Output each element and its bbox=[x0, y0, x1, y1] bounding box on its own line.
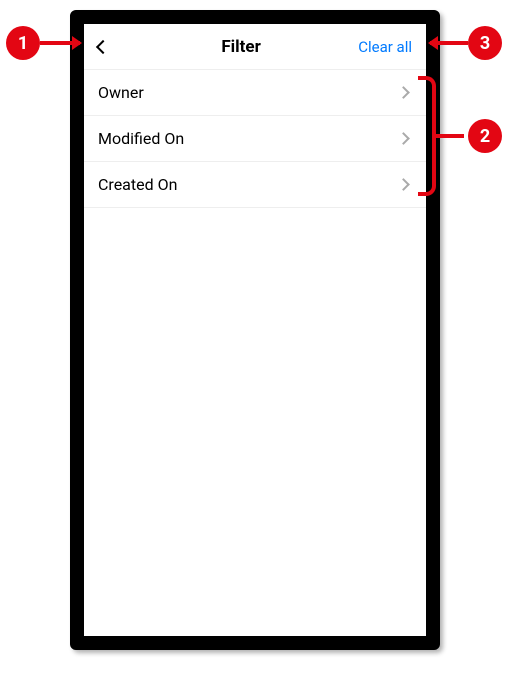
filter-row-owner[interactable]: Owner bbox=[84, 70, 426, 116]
annotation-label: 2 bbox=[480, 126, 490, 147]
annotation-marker-1: 1 bbox=[6, 26, 40, 60]
chevron-right-icon bbox=[397, 132, 410, 145]
chevron-right-icon bbox=[397, 86, 410, 99]
annotation-bracket-2 bbox=[418, 76, 436, 196]
annotation-marker-2: 2 bbox=[468, 119, 502, 153]
chevron-right-icon bbox=[397, 178, 410, 191]
filter-label: Created On bbox=[98, 175, 177, 194]
clear-all-button[interactable]: Clear all bbox=[358, 38, 416, 56]
header-bar: Filter Clear all bbox=[84, 24, 426, 70]
annotation-label: 3 bbox=[480, 33, 490, 54]
annotation-arrow-1 bbox=[40, 41, 80, 45]
filter-row-modified-on[interactable]: Modified On bbox=[84, 116, 426, 162]
back-button[interactable] bbox=[94, 32, 124, 62]
filter-row-created-on[interactable]: Created On bbox=[84, 162, 426, 208]
page-title: Filter bbox=[124, 37, 358, 57]
filter-list: Owner Modified On Created On bbox=[84, 70, 426, 208]
chevron-left-icon bbox=[96, 39, 110, 53]
annotation-bracket-line-2 bbox=[436, 134, 464, 138]
device-frame: Filter Clear all Owner Modified On Creat… bbox=[70, 10, 440, 650]
annotation-marker-3: 3 bbox=[468, 26, 502, 60]
filter-label: Owner bbox=[98, 83, 144, 102]
annotation-arrow-3 bbox=[430, 41, 468, 45]
annotation-label: 1 bbox=[18, 33, 28, 54]
filter-label: Modified On bbox=[98, 129, 184, 148]
